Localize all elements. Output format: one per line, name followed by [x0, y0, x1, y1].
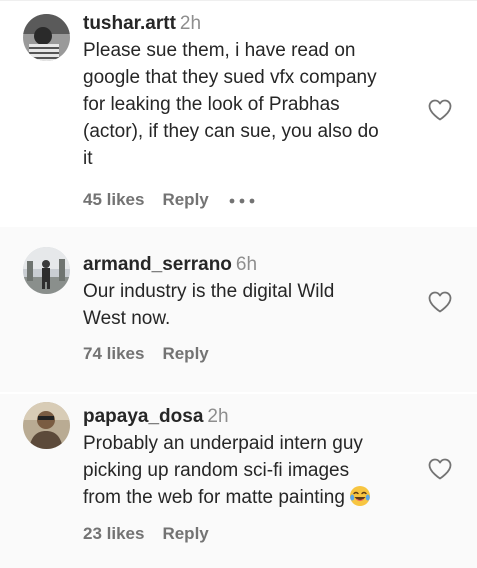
likes-count-button[interactable]: 74 likes	[83, 344, 144, 363]
comment-text-line: Probably an underpaid intern guy	[83, 433, 363, 454]
comment-body: papaya_dosa 2h Probably an underpaid inte…	[83, 404, 413, 511]
heart-outline-icon[interactable]	[428, 291, 452, 313]
comment-meta: 74 likes Reply	[83, 344, 209, 364]
reply-button[interactable]: Reply	[162, 524, 208, 543]
avatar-image	[23, 14, 70, 61]
comment-text-line: (actor), if they can sue, you also do	[83, 121, 379, 142]
username-link[interactable]: tushar.artt	[83, 13, 176, 34]
comment-meta: 23 likes Reply	[83, 524, 209, 544]
comment-text: Probably an underpaid intern guy picking…	[83, 430, 413, 511]
timestamp[interactable]: 2h	[207, 406, 228, 427]
comment-text: Please sue them, i have read on google t…	[83, 37, 413, 172]
comment-text-line: for leaking the look of Prabhas	[83, 94, 340, 115]
avatar[interactable]	[23, 14, 70, 61]
comment-text-line: Our industry is the digital Wild	[83, 281, 335, 302]
comment-text-line: picking up random sci-fi images	[83, 460, 350, 481]
comment-text: Our industry is the digital Wild West no…	[83, 278, 413, 332]
reply-button[interactable]: Reply	[162, 190, 208, 209]
likes-count-button[interactable]: 23 likes	[83, 524, 144, 543]
avatar[interactable]	[23, 247, 70, 294]
timestamp[interactable]: 2h	[180, 13, 201, 34]
timestamp[interactable]: 6h	[236, 254, 257, 275]
avatar-image	[23, 247, 70, 294]
comment-text-line: google that they sued vfx company	[83, 67, 377, 88]
comment-text-line: from the web for matte painting	[83, 487, 345, 508]
comment-item: armand_serrano 6h Our industry is the dig…	[0, 227, 477, 392]
comment-text-line: Please sue them, i have read on	[83, 40, 356, 61]
comment-header: tushar.artt 2h	[83, 11, 413, 37]
heart-outline-icon[interactable]	[428, 458, 452, 480]
likes-count-button[interactable]: 45 likes	[83, 190, 144, 209]
username-link[interactable]: armand_serrano	[83, 254, 232, 275]
heart-outline-icon[interactable]	[428, 99, 452, 121]
comment-body: armand_serrano 6h Our industry is the dig…	[83, 252, 413, 332]
reply-button[interactable]: Reply	[162, 344, 208, 363]
username-link[interactable]: papaya_dosa	[83, 406, 203, 427]
comment-text-line-with-emoji: from the web for matte painting	[83, 484, 413, 511]
comment-text-line: it	[83, 148, 93, 169]
avatar-image	[23, 402, 70, 449]
comment-header: papaya_dosa 2h	[83, 404, 413, 430]
comment-item: papaya_dosa 2h Probably an underpaid inte…	[0, 394, 477, 568]
comment-item: tushar.artt 2h Please sue them, i have re…	[0, 0, 477, 225]
comment-meta: 45 likes Reply	[83, 190, 255, 210]
more-horizontal-icon[interactable]	[229, 198, 255, 204]
avatar[interactable]	[23, 402, 70, 449]
laughing-tears-emoji-icon	[349, 486, 370, 506]
comment-text-line: West now.	[83, 308, 171, 329]
comment-header: armand_serrano 6h	[83, 252, 413, 278]
comment-body: tushar.artt 2h Please sue them, i have re…	[83, 11, 413, 172]
